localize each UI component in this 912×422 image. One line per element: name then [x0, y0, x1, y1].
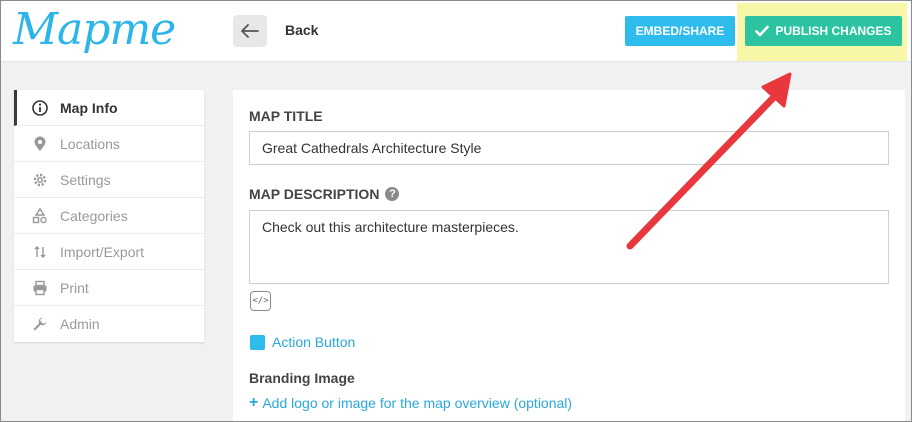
map-description-textarea[interactable]: Check out this architecture masterpieces… [249, 210, 889, 284]
embed-share-button[interactable]: EMBED/SHARE [625, 16, 735, 46]
back-button[interactable] [233, 15, 267, 47]
branding-image-label: Branding Image [249, 370, 355, 386]
wrench-icon [32, 316, 48, 332]
map-info-panel: MAP TITLE MAP DESCRIPTION ? Check out th… [233, 90, 905, 422]
checkbox-icon[interactable] [250, 334, 265, 350]
mapme-logo[interactable]: Mapme [13, 0, 176, 60]
sidebar-item-import-export[interactable]: Import/Export [14, 234, 204, 270]
action-button-toggle[interactable]: Action Button [250, 334, 355, 350]
import-export-icon [32, 244, 48, 260]
checkmark-icon [755, 25, 770, 37]
shapes-icon [32, 207, 48, 224]
action-button-label: Action Button [272, 334, 356, 350]
top-bar: Mapme Back EMBED/SHARE PUBLISH CHANGES [0, 0, 912, 62]
back-label[interactable]: Back [285, 22, 318, 38]
sidebar-item-label: Admin [60, 316, 100, 332]
sidebar-item-label: Map Info [60, 99, 118, 116]
sidebar-item-print[interactable]: Print [14, 270, 204, 306]
gear-icon [32, 172, 48, 188]
sidebar-item-settings[interactable]: Settings [14, 162, 204, 198]
sidebar-item-label: Categories [60, 207, 128, 224]
sidebar-item-map-info[interactable]: Map Info [14, 90, 204, 126]
publish-changes-label: PUBLISH CHANGES [775, 24, 892, 38]
code-view-icon[interactable]: </> [250, 291, 271, 311]
help-icon[interactable]: ? [385, 187, 400, 201]
map-description-label: MAP DESCRIPTION [249, 186, 380, 202]
arrow-left-icon [241, 24, 259, 38]
printer-icon [32, 280, 48, 296]
info-icon [32, 99, 48, 116]
map-pin-icon [32, 136, 48, 152]
publish-changes-button[interactable]: PUBLISH CHANGES [745, 16, 902, 46]
map-title-input[interactable] [249, 131, 889, 165]
sidebar-nav: Map Info Locations Settings Categories I… [14, 90, 204, 342]
sidebar-item-categories[interactable]: Categories [14, 198, 204, 234]
map-title-label: MAP TITLE [249, 108, 323, 124]
sidebar-item-label: Import/Export [60, 243, 145, 260]
map-description-label-row: MAP DESCRIPTION ? [249, 186, 400, 202]
add-logo-label: Add logo or image for the map overview (… [262, 395, 573, 411]
sidebar-item-admin[interactable]: Admin [14, 306, 204, 342]
sidebar-item-locations[interactable]: Locations [14, 126, 204, 162]
sidebar-item-label: Locations [60, 135, 120, 152]
sidebar-item-label: Print [60, 279, 89, 296]
plus-icon: + [249, 394, 259, 411]
add-logo-link[interactable]: + Add logo or image for the map overview… [249, 394, 572, 412]
sidebar-item-label: Settings [60, 171, 111, 188]
